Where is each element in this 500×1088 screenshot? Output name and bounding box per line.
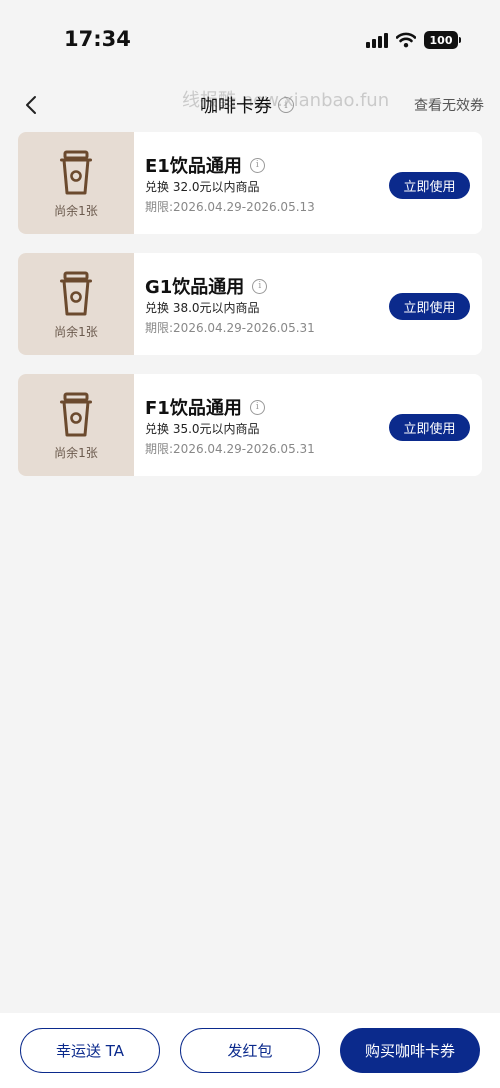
status-time: 17:34 [64,27,131,51]
coupon-title: G1饮品通用 [145,277,245,298]
remaining-count: 尚余1张 [54,325,98,339]
coupon-description: 兑换 32.0元以内商品 [145,180,260,194]
view-invalid-coupons-link[interactable]: 查看无效券 [414,95,484,115]
lucky-gift-button[interactable]: 幸运送 TA [20,1028,160,1073]
coupon-list: 尚余1张 E1饮品通用 i 兑换 32.0元以内商品 期限:2026.04.29… [18,132,482,495]
use-now-button[interactable]: 立即使用 [389,414,470,441]
coffee-cup-icon [60,150,92,195]
cellular-signal-icon [366,32,388,48]
coupon-body: F1饮品通用 i 兑换 35.0元以内商品 期限:2026.04.29-2026… [134,374,482,476]
coupon-validity-period: 期限:2026.04.29-2026.05.13 [145,200,315,214]
wifi-icon [396,32,416,48]
coffee-cup-icon [60,392,92,437]
remaining-count: 尚余1张 [54,446,98,460]
nav-bar: 线报酷 new.xianbao.fun 咖啡卡券 i 查看无效券 [0,80,500,130]
back-button[interactable] [18,90,44,120]
remaining-count: 尚余1张 [54,204,98,218]
coupon-title-row: G1饮品通用 i [145,273,268,299]
coupon-body: E1饮品通用 i 兑换 32.0元以内商品 期限:2026.04.29-2026… [134,132,482,234]
coupon-title-row: F1饮品通用 i [145,394,265,420]
info-icon[interactable]: i [252,278,268,294]
red-packet-button[interactable]: 发红包 [180,1028,320,1073]
coupon-validity-period: 期限:2026.04.29-2026.05.31 [145,442,315,456]
coupon-title: F1饮品通用 [145,398,242,419]
status-icons: 100 [366,31,461,49]
page-title-group: 咖啡卡券 i [200,92,294,118]
coupon-description: 兑换 35.0元以内商品 [145,422,260,436]
coupon-stub: 尚余1张 [18,253,138,355]
coupon-body: G1饮品通用 i 兑换 38.0元以内商品 期限:2026.04.29-2026… [134,253,482,355]
coupon-card: 尚余1张 F1饮品通用 i 兑换 35.0元以内商品 期限:2026.04.29… [18,374,482,476]
info-icon[interactable]: i [249,157,265,173]
coupon-stub: 尚余1张 [18,374,138,476]
coupon-validity-period: 期限:2026.04.29-2026.05.31 [145,321,315,335]
bottom-action-bar: 幸运送 TA 发红包 购买咖啡卡券 [0,1013,500,1088]
use-now-button[interactable]: 立即使用 [389,293,470,320]
coupon-card: 尚余1张 G1饮品通用 i 兑换 38.0元以内商品 期限:2026.04.29… [18,253,482,355]
coffee-cup-icon [60,271,92,316]
coupon-stub: 尚余1张 [18,132,138,234]
coupon-title: E1饮品通用 [145,156,242,177]
page-title: 咖啡卡券 [200,96,272,117]
coupon-title-row: E1饮品通用 i [145,152,265,178]
buy-coffee-coupons-button[interactable]: 购买咖啡卡券 [340,1028,480,1073]
coupon-card: 尚余1张 E1饮品通用 i 兑换 32.0元以内商品 期限:2026.04.29… [18,132,482,234]
status-bar: 17:34 100 [0,0,500,80]
coupon-description: 兑换 38.0元以内商品 [145,301,260,315]
chevron-left-icon [26,96,36,114]
battery-icon: 100 [424,31,461,49]
info-icon[interactable]: i [249,399,265,415]
use-now-button[interactable]: 立即使用 [389,172,470,199]
info-icon[interactable]: i [278,97,294,113]
